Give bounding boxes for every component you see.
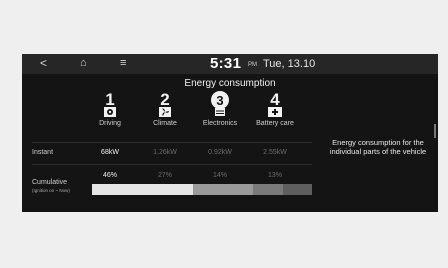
- category-battery-care: 4 Battery care: [245, 90, 305, 127]
- cumulative-percent-battery-care: 13%: [267, 172, 282, 179]
- category-number: 2: [160, 90, 169, 109]
- fan-icon: 2: [159, 90, 171, 117]
- category-number: 1: [105, 90, 114, 109]
- instant-value-electronics: 0.92kW: [208, 149, 232, 156]
- battery-icon: 4: [268, 90, 282, 117]
- clock-ampm: PM: [248, 62, 257, 68]
- category-climate: 2 Climate: [135, 90, 195, 127]
- menu-icon[interactable]: ≡: [120, 57, 126, 69]
- instant-value-climate: 1.26kW: [153, 149, 177, 156]
- page-title: Energy consumption: [184, 78, 276, 89]
- cumulative-percent-driving: 46%: [102, 172, 117, 179]
- cumulative-percent-electronics: 14%: [212, 172, 227, 179]
- cumulative-share-bar: [92, 184, 312, 195]
- divider: [32, 142, 312, 143]
- category-label: Battery care: [256, 120, 294, 127]
- clock-date: Tue, 13.10: [263, 58, 316, 70]
- cumulative-segment-driving: [92, 184, 194, 195]
- cumulative-segment-climate: [193, 184, 253, 195]
- instant-label: Instant: [32, 149, 54, 156]
- cumulative-label: Cumulative: [32, 179, 68, 186]
- cumulative-segment-electronics: [252, 184, 284, 195]
- instant-value-driving: 68kW: [101, 149, 119, 156]
- divider: [32, 164, 312, 165]
- home-icon[interactable]: ⌂: [80, 57, 87, 69]
- description-text: Energy consumption for the individual pa…: [329, 138, 427, 157]
- category-number: 3: [216, 93, 223, 108]
- back-icon[interactable]: <: [40, 56, 47, 70]
- instant-value-battery-care: 2.55kW: [263, 149, 287, 156]
- side-handle[interactable]: [434, 124, 436, 138]
- steering-wheel-icon: 1: [104, 90, 116, 117]
- category-driving: 1 Driving: [80, 90, 140, 127]
- category-label: Climate: [153, 120, 177, 127]
- clock-time: 5:31: [210, 55, 242, 72]
- category-label: Driving: [99, 120, 121, 127]
- category-electronics: 3 Electronics: [190, 90, 250, 127]
- bulb-icon: 3: [211, 91, 229, 116]
- category-number: 4: [270, 90, 280, 109]
- category-label: Electronics: [202, 120, 238, 127]
- cumulative-percent-climate: 27%: [157, 172, 172, 179]
- cumulative-segment-battery-care: [283, 184, 312, 195]
- infotainment-screen: < ⌂ ≡ 5:31 PM Tue, 13.10 Energy consumpt…: [22, 54, 438, 212]
- cumulative-sublabel: (Ignition on ~ Now): [32, 188, 70, 193]
- status-bar: < ⌂ ≡ 5:31 PM Tue, 13.10: [22, 54, 438, 74]
